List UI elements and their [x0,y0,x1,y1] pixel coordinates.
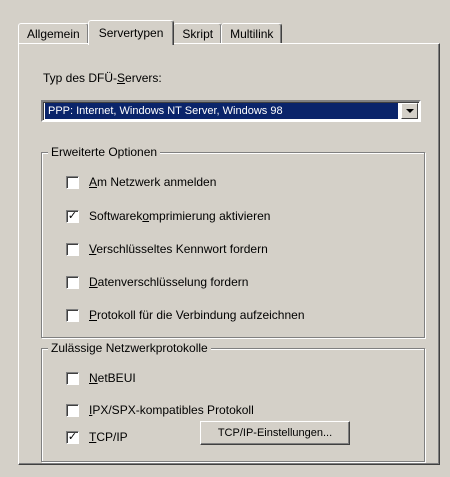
option-label: Am Netzwerk anmelden [89,175,217,189]
tab-skript[interactable]: Skript [173,23,223,44]
tab-allgemein[interactable]: Allgemein [18,23,89,44]
protocol-label: NetBEUI [89,371,136,385]
option-label: Datenverschlüsselung fordern [89,275,249,289]
server-type-label: Typ des DFÜ-Servers: [43,71,162,85]
network-protocols-group: Zulässige Netzwerkprotokolle NetBEUI IPX… [41,341,425,462]
protocol-label: IPX/SPX-kompatibles Protokoll [89,403,254,417]
advanced-options-group: Erweiterte Optionen Am Netzwerk anmelden… [41,145,425,338]
protocol-ipx-spx[interactable]: IPX/SPX-kompatibles Protokoll [66,403,254,417]
chevron-down-icon [405,109,414,113]
tab-servertypen[interactable]: Servertypen [87,20,175,45]
checkbox[interactable]: ✓ [66,209,79,223]
tab-panel: Typ des DFÜ-Servers: PPP: Internet, Wind… [18,43,440,465]
checkbox[interactable] [66,275,79,289]
tab-label: Multilink [230,27,274,41]
option-encrypted-password[interactable]: Verschlüsseltes Kennwort fordern [66,242,268,256]
checkbox[interactable] [66,308,79,322]
tab-label: Allgemein [27,27,80,41]
advanced-options-title: Erweiterte Optionen [48,145,161,159]
network-protocols-title: Zulässige Netzwerkprotokolle [48,341,211,355]
dropdown-button[interactable] [401,103,418,119]
checkbox[interactable] [66,403,79,417]
option-label: Protokoll für die Verbindung aufzeichnen [89,308,305,322]
server-type-selected-value: PPP: Internet, Windows NT Server, Window… [45,103,398,119]
tab-label: Skript [182,27,214,41]
checkbox[interactable] [66,371,79,385]
button-label: TCP/IP-Einstellungen... [217,427,333,439]
dialog: Allgemein Servertypen Skript Multilink T… [0,0,450,477]
option-log-connection[interactable]: Protokoll für die Verbindung aufzeichnen [66,308,305,322]
option-software-compression[interactable]: ✓ Softwarekomprimierung aktivieren [66,209,270,223]
checkbox[interactable] [66,242,79,256]
checkbox[interactable] [66,175,79,189]
checkbox[interactable]: ✓ [66,430,79,444]
protocol-netbeui[interactable]: NetBEUI [66,371,136,385]
server-type-select[interactable]: PPP: Internet, Windows NT Server, Window… [41,100,421,122]
protocol-tcpip[interactable]: ✓ TCP/IP [66,430,128,444]
option-label: Softwarekomprimierung aktivieren [89,209,271,223]
protocol-label: TCP/IP [89,430,128,444]
option-network-login[interactable]: Am Netzwerk anmelden [66,175,216,189]
tcpip-settings-button[interactable]: TCP/IP-Einstellungen... [200,421,350,445]
tab-label: Servertypen [98,26,164,40]
option-data-encryption[interactable]: Datenverschlüsselung fordern [66,275,248,289]
option-label: Verschlüsseltes Kennwort fordern [89,242,268,256]
tab-bar: Allgemein Servertypen Skript Multilink [18,18,283,45]
tab-multilink[interactable]: Multilink [221,23,283,44]
